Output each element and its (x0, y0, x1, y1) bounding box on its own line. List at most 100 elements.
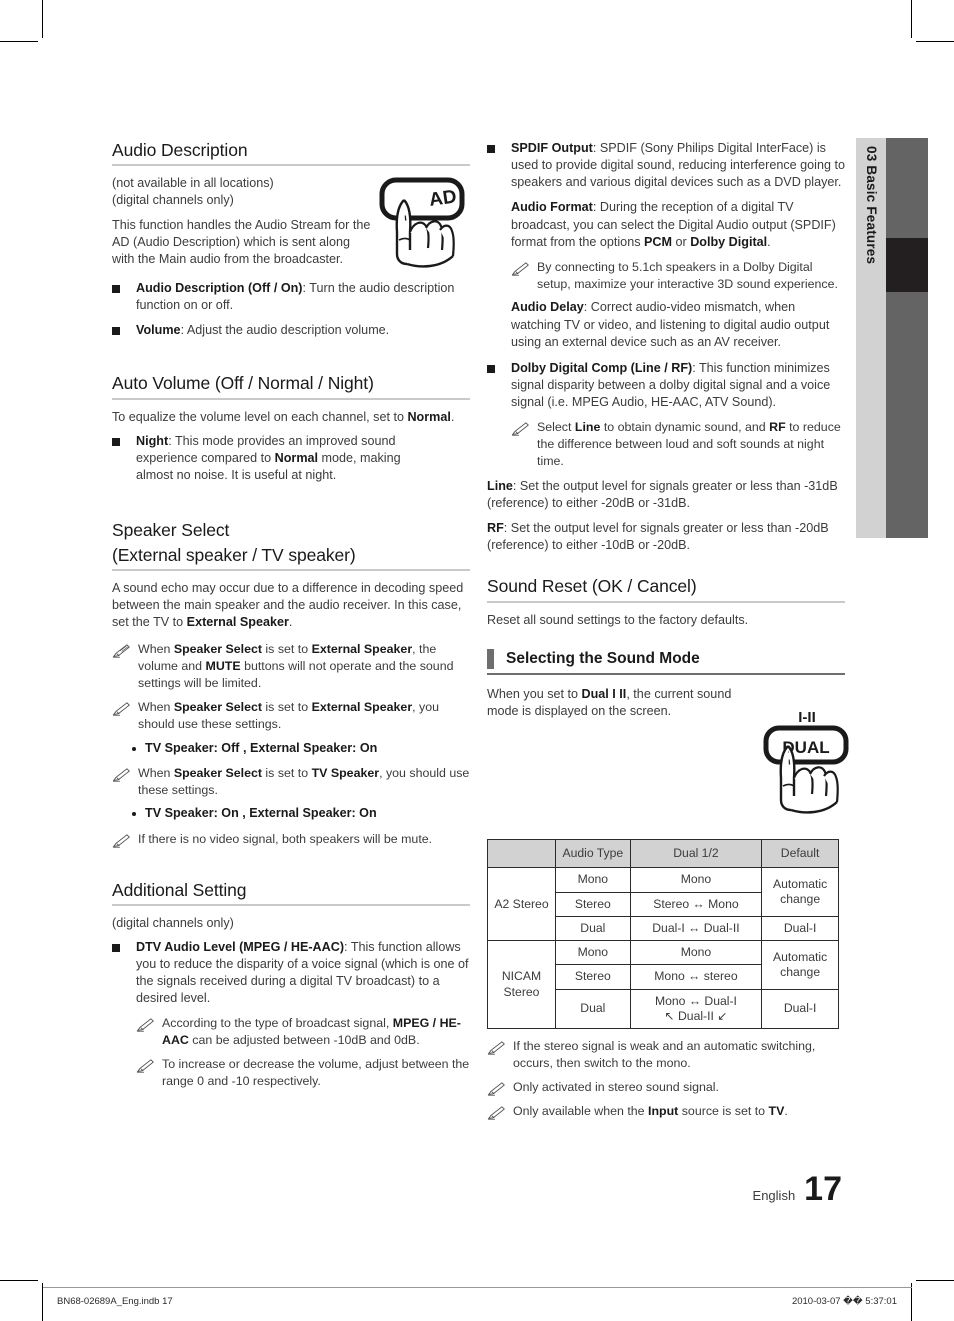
header-cell-dual: Dual 1/2 (629, 838, 763, 869)
bullet-audio-description-toggle: Audio Description (Off / On): Turn the a… (112, 280, 470, 314)
bullet-label: Audio Description (Off / On) (136, 280, 303, 295)
note-bold-2: External Speaker (311, 642, 413, 657)
table-row: NICAM Stereo Mono Mono Automatic change (487, 939, 839, 1029)
footnote-text-c: source is set to (678, 1103, 769, 1118)
cell-default: Dual-I (761, 915, 839, 942)
pencil-note-icon (136, 1059, 154, 1073)
bullet-text: : Adjust the audio description volume. (180, 323, 390, 338)
auto-volume-intro: To equalize the volume level on each cha… (112, 409, 470, 426)
heading-auto-volume: Auto Volume (Off / Normal / Night) (112, 373, 374, 394)
cell-dual-line-2: ↖ Dual-II ↙ (664, 1008, 728, 1023)
note-bold-2: External Speaker (311, 699, 413, 714)
cell-dual-line-1: Mono ↔ Dual-I (654, 993, 737, 1008)
audio-delay-label: Audio Delay (511, 300, 584, 315)
cell-audio-type: Stereo (554, 891, 631, 917)
note-text-c: is set to (261, 642, 312, 657)
bullet-dolby-digital-comp: Dolby Digital Comp (Line / RF): This fun… (487, 360, 845, 411)
sub-heading-label: Selecting the Sound Mode (506, 649, 700, 667)
note-text-c: is set to (261, 765, 312, 780)
crop-mark-bottom-left-horizontal (0, 1280, 38, 1281)
paragraph-rf-level: RF: Set the output level for signals gre… (487, 520, 845, 554)
additional-setting-intro: (digital channels only) (112, 915, 234, 930)
footnote-text: Only activated in stereo sound signal. (513, 1079, 719, 1094)
note-text: If there is no video signal, both speake… (138, 831, 433, 846)
crop-mark-top-left-horizontal (0, 41, 38, 42)
note-bold-3: MUTE (205, 659, 241, 674)
bullet-bold-2: Normal (274, 450, 319, 465)
right-column: SPDIF Output: SPDIF (Sony Philips Digita… (487, 140, 845, 727)
svg-text:AD: AD (428, 186, 458, 211)
paragraph-audio-delay: Audio Delay: Correct audio-video mismatc… (511, 299, 845, 350)
square-bullet-icon (112, 437, 120, 446)
intro-post: . (450, 409, 455, 424)
crop-mark-top-right-vertical (911, 0, 912, 38)
manual-page: 03 Basic Features Audio Description (not… (0, 0, 954, 1321)
footnote-text-d: . (784, 1103, 788, 1118)
audio-format-bold-2: Dolby Digital (690, 234, 768, 249)
intro-pre: To equalize the volume level on each cha… (112, 409, 408, 424)
cell-dual: Mono ↔ stereo (629, 964, 763, 990)
note-dolby-51ch: By connecting to 5.1ch speakers in a Dol… (511, 259, 845, 293)
cell-default: Dual-I (761, 988, 839, 1029)
pencil-note-icon (487, 1041, 505, 1055)
cell-audio-type: Dual (554, 915, 631, 942)
bullet-spdif-output: SPDIF Output: SPDIF (Sony Philips Digita… (487, 140, 845, 191)
bullet-label: Dolby Digital Comp (Line / RF) (511, 360, 693, 375)
section-marker-icon (487, 648, 494, 669)
sound-reset-paragraph: Reset all sound settings to the factory … (487, 612, 749, 627)
pencil-note-icon (112, 644, 130, 658)
square-bullet-icon (112, 943, 120, 952)
crop-mark-bottom-right-vertical (911, 1283, 912, 1321)
sound-mode-table: Audio Type Dual 1/2 Default A2 Stereo Mo… (487, 838, 839, 1029)
square-bullet-icon (487, 145, 495, 153)
square-bullet-icon (487, 364, 495, 373)
note-speaker-select-external-1: When Speaker Select is set to External S… (112, 641, 470, 692)
note-speaker-select-external-2: When Speaker Select is set to External S… (112, 699, 470, 733)
bullet-label: Volume (136, 323, 181, 338)
bullet-label: DTV Audio Level (MPEG / HE-AAC) (136, 939, 345, 954)
pencil-note-icon (112, 767, 130, 782)
paragraph-line-level: Line: Set the output level for signals g… (487, 478, 845, 512)
crop-mark-bottom-left-vertical (42, 1283, 43, 1321)
square-bullet-icon (112, 284, 120, 293)
heading-speaker-select-line1: Speaker Select (112, 520, 230, 541)
heading-additional-setting: Additional Setting (112, 879, 247, 900)
paragraph-bold: External Speaker (186, 615, 289, 630)
rf-text: : Set the output level for signals great… (487, 521, 829, 553)
footnote-bold-1: Input (648, 1103, 679, 1118)
footnote-stereo-weak: If the stereo signal is weak and an auto… (487, 1038, 839, 1072)
crop-mark-bottom-right-horizontal (916, 1280, 954, 1281)
pencil-note-icon (487, 1105, 505, 1120)
cell-audio-type: Mono (554, 939, 631, 966)
dot-item-tv-speaker-off: TV Speaker: Off , External Speaker: On (132, 740, 470, 757)
header-cell-default: Default (761, 838, 839, 869)
paragraph-bold: Dual I II (581, 686, 627, 701)
dot-item-label: TV Speaker: Off , External Speaker: On (145, 740, 378, 755)
pencil-note-icon (136, 1018, 154, 1033)
pencil-note-icon (112, 833, 130, 848)
heading-sound-reset: Sound Reset (OK / Cancel) (487, 576, 697, 597)
audio-format-label: Audio Format (511, 200, 593, 215)
remote-key-ad-icon: AD (379, 177, 465, 268)
table-row: A2 Stereo Mono Mono Automatic change (487, 867, 839, 941)
note-no-video-signal: If there is no video signal, both speake… (112, 831, 470, 848)
note-speaker-select-tv: When Speaker Select is set to TV Speaker… (112, 765, 470, 799)
page-number-value: 17 (804, 1170, 842, 1208)
audio-format-bold-1: PCM (644, 234, 672, 249)
audio-format-text-b: or (672, 234, 691, 249)
pencil-note-icon (511, 422, 529, 436)
note-text-c: to obtain dynamic sound, and (600, 420, 770, 435)
note-text-a: When (138, 765, 174, 780)
dot-item-label: TV Speaker: On , External Speaker: On (145, 806, 377, 821)
cell-dual: Stereo ↔ Mono (629, 891, 763, 917)
note-bold-1: Speaker Select (173, 699, 262, 714)
note-text-c: is set to (261, 699, 312, 714)
note-bold-1: Speaker Select (173, 765, 262, 780)
heading-rule (112, 903, 470, 906)
group-label-a2-stereo: A2 Stereo (487, 867, 556, 941)
cell-audio-type: Mono (554, 867, 631, 893)
note-bold-1: Line (574, 420, 601, 435)
sound-mode-table-wrap: Audio Type Dual 1/2 Default A2 Stereo Mo… (487, 838, 839, 1029)
dot-bullet-icon (132, 812, 136, 817)
cell-dual: Dual-I ↔ Dual-II (629, 915, 763, 942)
